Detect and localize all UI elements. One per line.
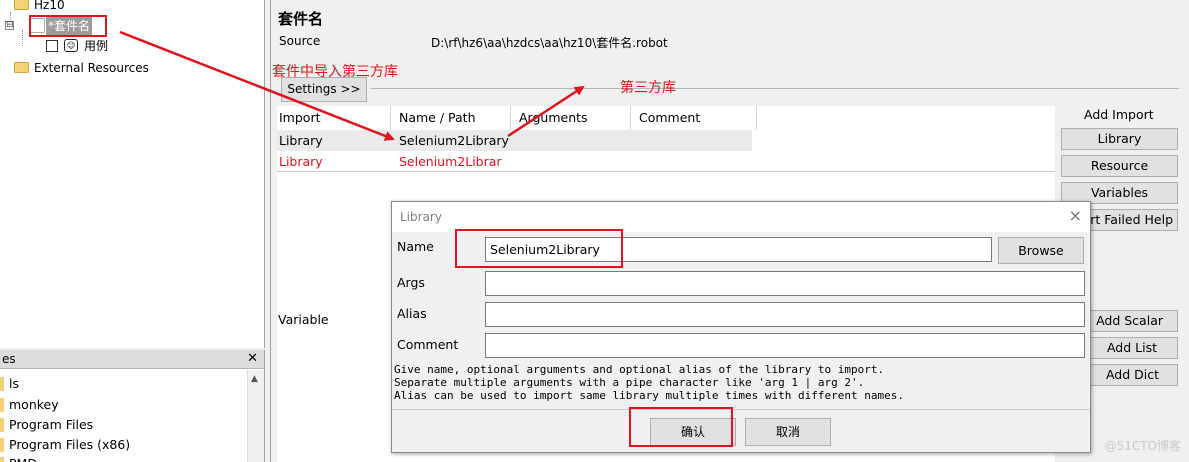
comment-input[interactable] (485, 333, 1085, 358)
tree-item-external-resources[interactable]: External Resources (14, 59, 214, 77)
column-header[interactable]: Arguments (517, 106, 631, 130)
args-input[interactable] (485, 271, 1085, 296)
dialog-help-text: Give name, optional arguments and option… (394, 363, 904, 402)
help-line: Separate multiple arguments with a pipe … (394, 376, 865, 389)
panel-title: es (2, 352, 16, 366)
cell-name[interactable]: Selenium2Librar (397, 151, 502, 172)
page-title: 套件名 (278, 10, 324, 28)
annotation-import-note: 套件中导入第三方库 (272, 64, 398, 80)
file-explorer-panel: es ✕ ls monkey Program Files Program Fil… (0, 350, 265, 462)
project-tree: Hz10 ⊟ *套件名 ☺ 用例 External Resources (0, 0, 265, 348)
testcase-icon: ☺ (64, 39, 78, 52)
highlight-box (29, 15, 107, 37)
testcase-checkbox[interactable] (46, 40, 58, 52)
cancel-button[interactable]: 取消 (745, 418, 831, 446)
panel-header: es ✕ (0, 350, 264, 369)
library-dialog: Library × Name Selenium2Library Browse A… (391, 201, 1091, 453)
divider (392, 409, 1090, 410)
dialog-titlebar: Library × (392, 202, 1090, 232)
divider (371, 88, 1179, 89)
table-row[interactable]: Library Selenium2Librar (277, 151, 1055, 172)
watermark: @51CTO博客 (1104, 439, 1181, 453)
close-icon[interactable]: × (1069, 206, 1082, 225)
collapse-icon[interactable]: ⊟ (5, 21, 14, 30)
cell-name[interactable]: Selenium2Library (397, 130, 509, 151)
file-item[interactable]: monkey (0, 395, 59, 415)
table-row[interactable]: Library Selenium2Library (277, 130, 752, 151)
folder-icon (14, 62, 29, 73)
file-item[interactable]: Program Files (0, 415, 93, 435)
add-resource-button[interactable]: Resource (1061, 155, 1178, 177)
tree-item-label: 用例 (84, 39, 109, 53)
annotation-third-party: 第三方库 (620, 80, 676, 96)
file-item[interactable]: ls (0, 374, 19, 394)
source-label: Source (279, 34, 321, 48)
cell-import[interactable]: Library (277, 130, 323, 151)
folder-icon (14, 0, 29, 10)
column-header[interactable]: Import (277, 106, 391, 130)
dialog-title: Library (400, 210, 442, 224)
alias-label: Alias (397, 306, 427, 321)
args-label: Args (397, 275, 425, 290)
add-import-label: Add Import (1084, 107, 1154, 122)
tree-item-label: Hz10 (34, 0, 65, 12)
source-path: D:\rf\hz6\aa\hzdcs\aa\hz10\套件名.robot (431, 36, 668, 50)
tree-item-label: External Resources (34, 61, 149, 75)
file-item[interactable]: Program Files (x86) (0, 435, 130, 455)
alias-input[interactable] (485, 302, 1085, 327)
column-header[interactable]: Comment (637, 106, 757, 130)
help-line: Alias can be used to import same library… (394, 389, 904, 402)
close-icon[interactable]: ✕ (247, 351, 258, 366)
name-label: Name (397, 239, 434, 254)
file-item[interactable]: PMD... (0, 454, 49, 462)
cell-import[interactable]: Library (277, 151, 323, 172)
column-header[interactable]: Name / Path (397, 106, 511, 130)
add-library-button[interactable]: Library (1061, 128, 1178, 150)
tree-item-testcase[interactable]: ☺ 用例 (0, 37, 140, 55)
highlight-box (455, 229, 623, 268)
comment-label: Comment (397, 337, 459, 352)
scroll-up-icon[interactable]: ▲ (251, 374, 258, 384)
help-line: Give name, optional arguments and option… (394, 363, 885, 376)
variable-section-label: Variable (278, 312, 329, 327)
highlight-box (629, 407, 733, 447)
browse-button[interactable]: Browse (998, 237, 1084, 264)
scrollbar[interactable]: ▲ (247, 370, 264, 462)
